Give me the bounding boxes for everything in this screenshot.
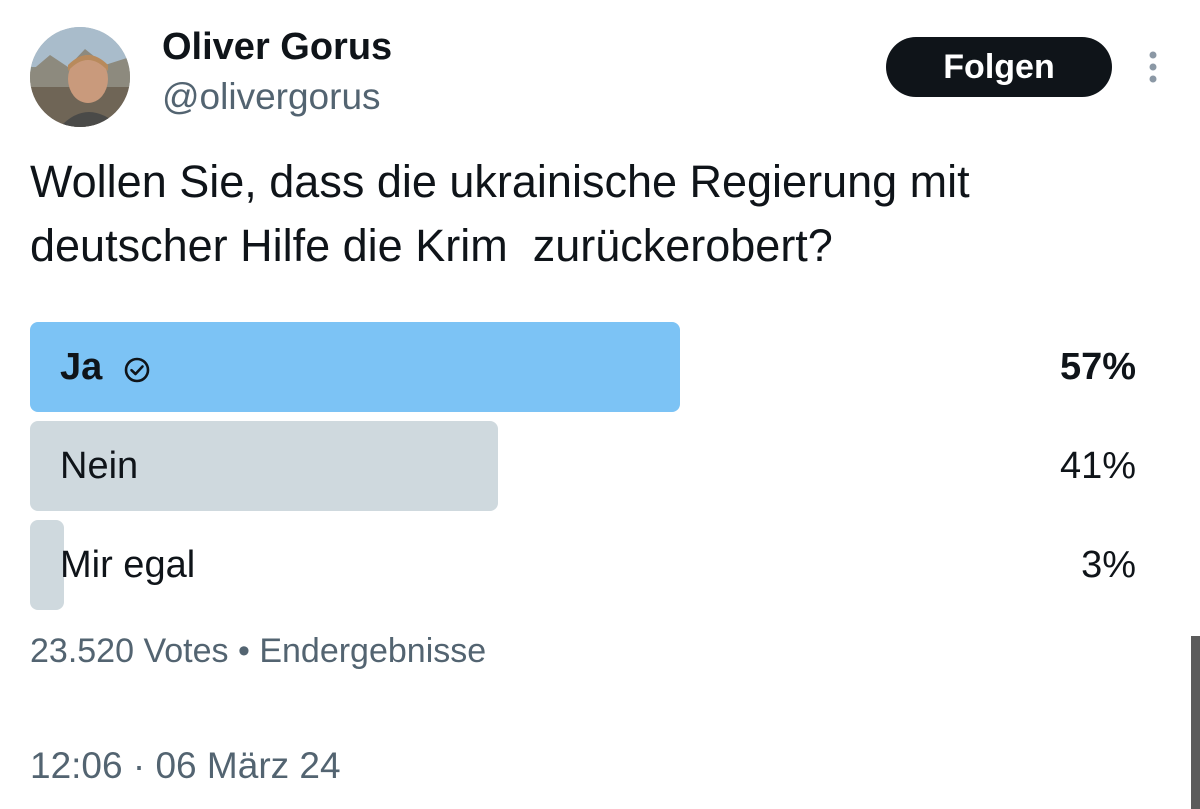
author-name[interactable]: Oliver Gorus bbox=[162, 26, 392, 69]
poll-option-ja-label: Ja bbox=[60, 345, 103, 388]
tweet-date: 06 März 24 bbox=[155, 745, 341, 786]
poll-option: Ja 57% bbox=[30, 322, 1140, 412]
poll-option-nein-percent: 41% bbox=[1059, 444, 1136, 487]
author-handle[interactable]: @olivergorus bbox=[162, 76, 381, 118]
scrollbar[interactable] bbox=[1191, 636, 1200, 809]
tweet-time: 12:06 bbox=[30, 745, 123, 786]
avatar[interactable] bbox=[30, 27, 130, 127]
tweet-text: Wollen Sie, dass die ukrainische Regieru… bbox=[30, 156, 970, 271]
follow-button[interactable]: Folgen bbox=[886, 37, 1112, 97]
poll-bar-mir-egal bbox=[30, 520, 64, 610]
poll-status: Endergebnisse bbox=[259, 632, 487, 670]
poll-option-mir-egal-label: Mir egal bbox=[60, 543, 196, 586]
check-circle-icon bbox=[122, 352, 152, 383]
poll-meta: 23.520 Votes • Endergebnisse bbox=[30, 632, 486, 671]
poll-option: Mir egal 3% bbox=[30, 520, 1140, 610]
poll-option: Nein 41% bbox=[30, 421, 1140, 511]
poll-option-label: Mir egal bbox=[60, 520, 195, 610]
poll-option-ja-percent: 57% bbox=[1059, 345, 1136, 388]
poll-option-mir-egal-percent: 3% bbox=[1081, 543, 1136, 586]
tweet-view: Oliver Gorus @olivergorus Folgen Wollen … bbox=[0, 0, 1200, 809]
poll-votes: 23.520 Votes bbox=[30, 632, 229, 670]
poll-option-label: Nein bbox=[60, 421, 138, 511]
poll-meta-separator: • bbox=[237, 632, 250, 670]
poll-option-label: Ja bbox=[60, 322, 152, 412]
more-vertical-icon[interactable] bbox=[1143, 50, 1163, 84]
poll-option-nein-label: Nein bbox=[60, 444, 139, 487]
poll: Ja 57% Nein 41% Mir egal 3% bbox=[30, 322, 1140, 619]
timestamp[interactable]: 12:06 · 06 März 24 bbox=[30, 745, 341, 787]
avatar-photo bbox=[30, 27, 130, 127]
timestamp-separator: · bbox=[132, 745, 146, 786]
